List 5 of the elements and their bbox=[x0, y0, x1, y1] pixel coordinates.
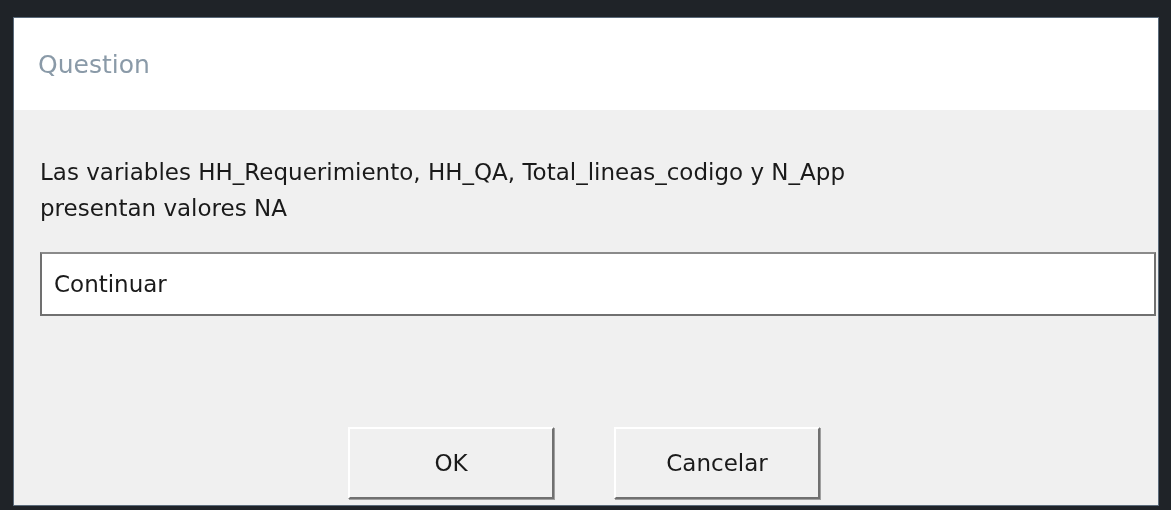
window-title: Question bbox=[38, 49, 150, 79]
message-text: Las variables HH_Requerimiento, HH_QA, Total_lineas_codigo y N_App presentan valores NA bbox=[40, 158, 846, 223]
input-field[interactable]: Continuar bbox=[40, 252, 1156, 316]
ok-button[interactable]: OK bbox=[348, 427, 554, 499]
cancel-button[interactable]: Cancelar bbox=[614, 427, 820, 499]
